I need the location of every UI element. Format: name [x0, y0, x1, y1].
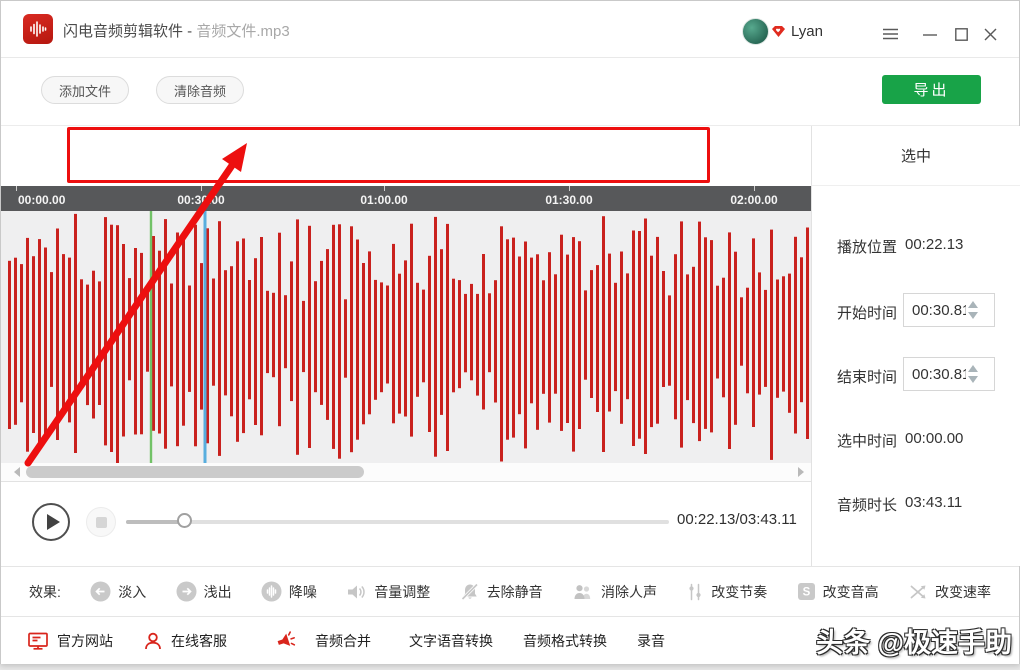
spinner-up-icon[interactable] — [968, 301, 978, 308]
end-time-label: 结束时间 — [837, 366, 897, 387]
effect-fade-in[interactable]: 淡入 — [90, 581, 146, 602]
footer-format-convert[interactable]: 音频格式转换 — [523, 631, 607, 651]
app-window: 闪电音频剪辑软件 - 音频文件.mp3 Lyan 添加文件 清除音频 导出 剪辑… — [0, 0, 1020, 664]
stop-button[interactable] — [86, 507, 116, 537]
effects-bar: 效果: 淡入 浅出 降噪 音量调整 去除静音 消除人声 改变节奏 — [1, 566, 1019, 616]
start-time-input[interactable] — [904, 302, 966, 319]
start-time-field — [903, 293, 995, 327]
edit-toolbar: 剪辑: 插入 混流 重置音频 撤销 — [1, 126, 811, 186]
footer-record[interactable]: 录音 — [637, 631, 665, 651]
mute-bell-icon — [460, 582, 480, 602]
speed-icon — [908, 582, 928, 602]
app-logo-icon — [23, 14, 53, 44]
ruler-label: 00:30.00 — [177, 193, 224, 207]
seek-slider[interactable] — [126, 520, 669, 524]
denoise-icon — [261, 581, 282, 602]
spinner-down-icon[interactable] — [968, 376, 978, 383]
effect-fade-out[interactable]: 浅出 — [176, 581, 232, 602]
minimize-button[interactable] — [921, 25, 939, 43]
effect-denoise[interactable]: 降噪 — [261, 581, 317, 602]
seek-handle[interactable] — [177, 513, 192, 528]
effect-remove-vocal[interactable]: 消除人声 — [572, 582, 657, 602]
window-title: 闪电音频剪辑软件 - 音频文件.mp3 — [63, 20, 290, 41]
scroll-left-icon[interactable] — [14, 467, 20, 477]
stop-icon — [96, 517, 107, 528]
pitch-icon: S — [797, 582, 816, 601]
maximize-button[interactable] — [952, 25, 970, 43]
effect-remove-silence[interactable]: 去除静音 — [460, 582, 543, 602]
selection-panel: 播放位置 00:22.13 开始时间 结束时间 选中时间 00:00.00 音频… — [811, 186, 1020, 566]
watermark: 头条 @极速手助 — [816, 621, 1012, 660]
action-bar: 添加文件 清除音频 导出 — [1, 58, 1019, 126]
close-button[interactable] — [981, 25, 999, 43]
ruler-tick — [201, 186, 202, 191]
footer-text-to-speech[interactable]: 文字语音转换 — [409, 631, 493, 651]
app-title: 闪电音频剪辑软件 - — [63, 23, 192, 40]
play-icon — [47, 514, 60, 530]
selection-start-cursor[interactable] — [150, 211, 152, 463]
file-name: 音频文件.mp3 — [196, 23, 289, 40]
avatar[interactable] — [742, 18, 769, 45]
ruler-label: 01:00.00 — [360, 193, 407, 207]
effect-change-tempo[interactable]: 改变节奏 — [686, 582, 767, 602]
transport-bar: 00:22.13/03:43.11 — [1, 481, 811, 566]
time-display: 00:22.13/03:43.11 — [677, 511, 797, 528]
fade-in-icon — [90, 581, 111, 602]
vip-badge-icon — [771, 25, 786, 38]
play-position-label: 播放位置 — [837, 236, 897, 257]
scrollbar-thumb[interactable] — [26, 466, 364, 478]
person-icon — [143, 631, 163, 651]
effect-change-speed[interactable]: 改变速率 — [908, 582, 991, 602]
waveform-area[interactable] — [1, 211, 811, 463]
waveform-bars — [8, 214, 809, 463]
footer-online-service[interactable]: 在线客服 — [143, 631, 227, 651]
selection-panel-header: 选中 — [811, 126, 1020, 186]
playhead-cursor[interactable] — [204, 211, 207, 463]
effect-change-pitch[interactable]: S 改变音高 — [797, 582, 879, 602]
footer-audio-merge[interactable]: 音频合并 — [275, 630, 371, 651]
volume-icon — [346, 582, 367, 602]
duration-label: 音频时长 — [837, 494, 897, 515]
fade-out-icon — [176, 581, 197, 602]
start-time-spinner — [968, 301, 978, 319]
ruler-label: 01:30.00 — [545, 193, 592, 207]
end-time-input[interactable] — [904, 366, 966, 383]
svg-text:S: S — [802, 587, 810, 599]
add-file-button[interactable]: 添加文件 — [41, 76, 129, 104]
ruler-tick — [754, 186, 755, 191]
username[interactable]: Lyan — [791, 23, 823, 40]
tempo-icon — [686, 582, 704, 602]
title-bar: 闪电音频剪辑软件 - 音频文件.mp3 Lyan — [1, 1, 1019, 58]
ruler-label: 00:00.00 — [18, 193, 65, 207]
play-position-value: 00:22.13 — [905, 236, 963, 253]
people-icon — [572, 582, 594, 602]
start-time-label: 开始时间 — [837, 302, 897, 323]
waveform-scrollbar — [1, 463, 811, 481]
footer-official-site[interactable]: 官方网站 — [27, 631, 113, 651]
play-button[interactable] — [32, 503, 70, 541]
megaphone-icon — [275, 630, 297, 651]
spinner-down-icon[interactable] — [968, 312, 978, 319]
duration-value: 03:43.11 — [905, 494, 962, 511]
end-time-field — [903, 357, 995, 391]
selected-time-value: 00:00.00 — [905, 430, 963, 447]
monitor-icon — [27, 631, 49, 651]
ruler-tick — [16, 186, 17, 191]
scroll-right-icon[interactable] — [798, 467, 804, 477]
clear-audio-button[interactable]: 清除音频 — [156, 76, 244, 104]
effects-label: 效果: — [29, 582, 61, 602]
ruler-label: 02:00.00 — [730, 193, 777, 207]
effect-volume[interactable]: 音量调整 — [346, 582, 430, 602]
export-button[interactable]: 导出 — [882, 75, 981, 104]
selected-time-label: 选中时间 — [837, 430, 897, 451]
timeline-ruler[interactable]: 00:00.00 00:30.00 01:00.00 01:30.00 02:0… — [1, 186, 811, 211]
spinner-up-icon[interactable] — [968, 365, 978, 372]
end-time-spinner — [968, 365, 978, 383]
ruler-tick — [569, 186, 570, 191]
ruler-tick — [384, 186, 385, 191]
menu-button[interactable] — [881, 25, 899, 43]
